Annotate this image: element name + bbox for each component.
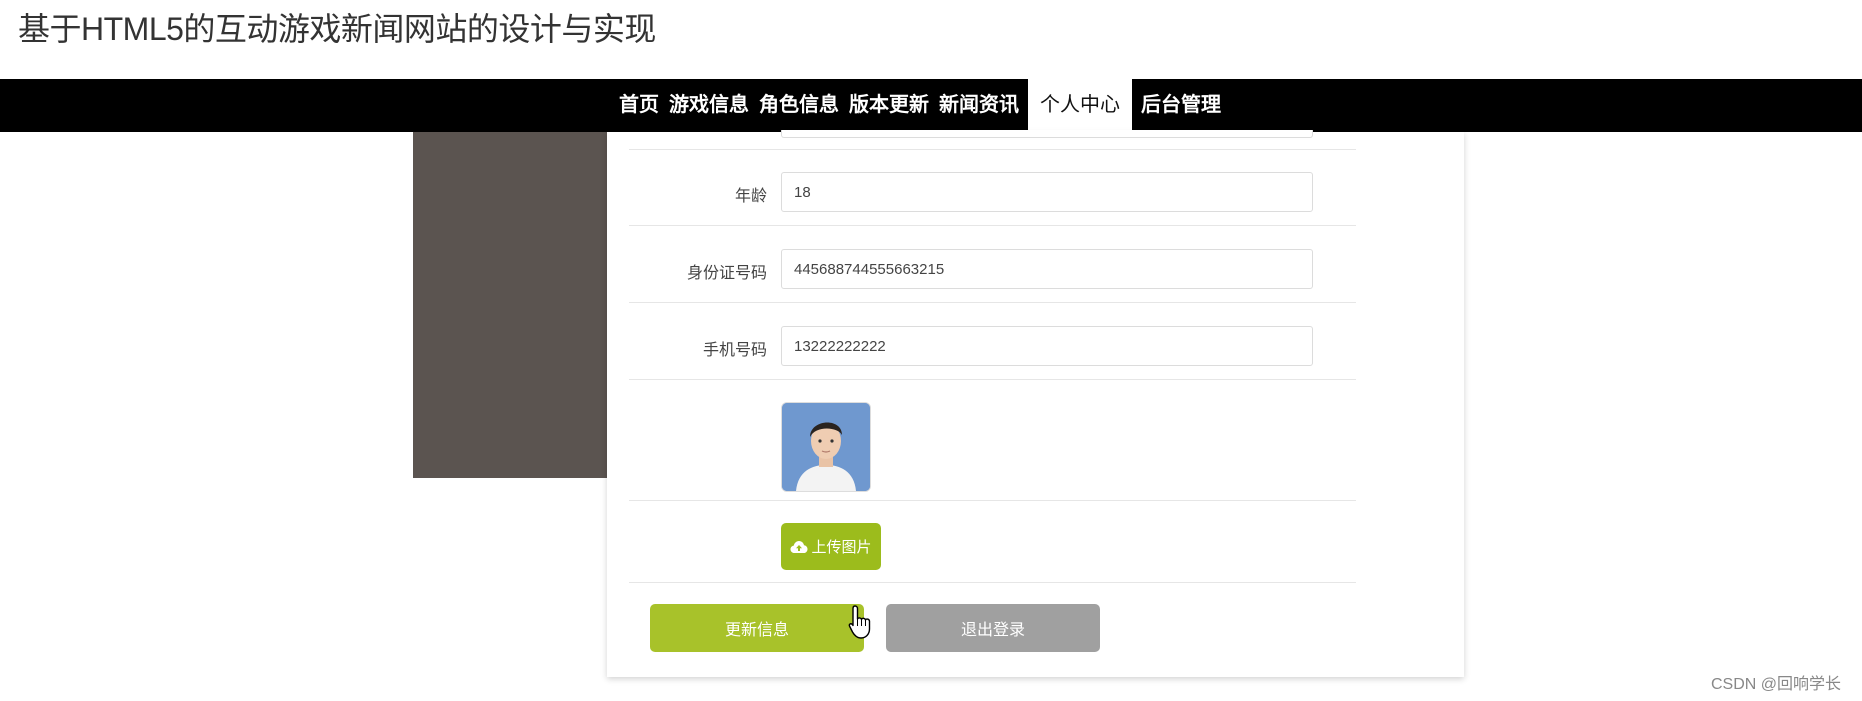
avatar-portrait-icon [782, 403, 870, 491]
nav-item-version-update[interactable]: 版本更新 [844, 79, 934, 132]
nav-item-admin[interactable]: 后台管理 [1136, 79, 1226, 132]
nav-item-game-info[interactable]: 游戏信息 [664, 79, 754, 132]
page-title: 基于HTML5的互动游戏新闻网站的设计与实现 [18, 11, 656, 47]
avatar [781, 402, 871, 492]
side-panel [413, 132, 607, 478]
nav-items: 首页 游戏信息 角色信息 版本更新 新闻资讯 个人中心 后台管理 [614, 79, 1226, 132]
age-input[interactable]: 18 [781, 172, 1313, 212]
profile-form-card: 年龄 18 身份证号码 445688744555663215 手机号码 1322… [607, 130, 1464, 677]
cloud-upload-icon [790, 540, 808, 553]
row-divider [629, 500, 1356, 501]
row-divider [629, 582, 1356, 583]
nav-item-home[interactable]: 首页 [614, 79, 664, 132]
phone-input[interactable]: 13222222222 [781, 326, 1313, 366]
nav-item-news[interactable]: 新闻资讯 [934, 79, 1024, 132]
update-info-button[interactable]: 更新信息 [650, 604, 864, 652]
age-label: 年龄 [734, 188, 767, 205]
nav-item-role-info[interactable]: 角色信息 [754, 79, 844, 132]
id-number-label: 身份证号码 [686, 265, 767, 282]
upload-image-button[interactable]: 上传图片 [781, 523, 881, 570]
row-divider [629, 302, 1356, 303]
row-divider [629, 225, 1356, 226]
id-number-input[interactable]: 445688744555663215 [781, 249, 1313, 289]
phone-label: 手机号码 [702, 342, 767, 359]
watermark: CSDN @回响学长 [1710, 676, 1841, 693]
row-divider [629, 379, 1356, 380]
logout-button[interactable]: 退出登录 [886, 604, 1100, 652]
upload-image-label: 上传图片 [811, 539, 872, 556]
main-navbar: 首页 游戏信息 角色信息 版本更新 新闻资讯 个人中心 后台管理 [0, 79, 1862, 132]
row-divider [629, 149, 1356, 150]
nav-item-personal-center[interactable]: 个人中心 [1028, 79, 1132, 132]
hand-pointer-cursor-icon [848, 605, 871, 639]
previous-input-edge [781, 130, 1313, 138]
